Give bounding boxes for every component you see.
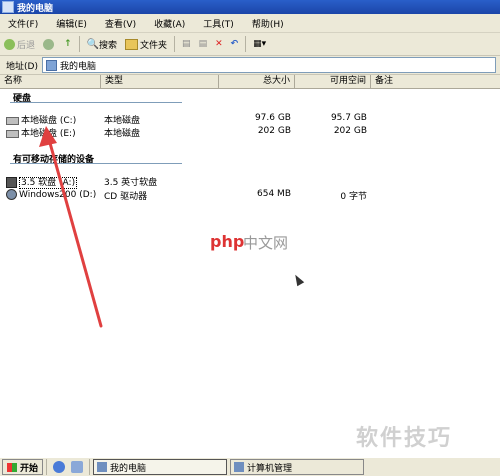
- arrow-head: [39, 126, 57, 147]
- task-computer-management[interactable]: 计算机管理: [230, 459, 365, 475]
- start-button[interactable]: 开始: [2, 459, 44, 475]
- watermark-php-text: 中文网: [243, 234, 289, 252]
- show-desktop-icon[interactable]: [71, 461, 84, 473]
- task-my-computer[interactable]: 我的电脑: [93, 459, 228, 475]
- taskbar-divider: [46, 459, 48, 475]
- watermark-php-logo: php: [210, 232, 245, 251]
- arrow-shaft: [48, 141, 103, 328]
- windows-logo-icon: [7, 462, 17, 472]
- taskbar-divider: [89, 459, 91, 475]
- internet-explorer-icon[interactable]: [53, 461, 66, 473]
- computer-icon: [97, 462, 108, 472]
- watermark-corner: 软件技巧: [356, 426, 453, 451]
- computer-management-icon: [234, 462, 245, 472]
- taskbar: 开始 我的电脑 计算机管理: [0, 457, 500, 476]
